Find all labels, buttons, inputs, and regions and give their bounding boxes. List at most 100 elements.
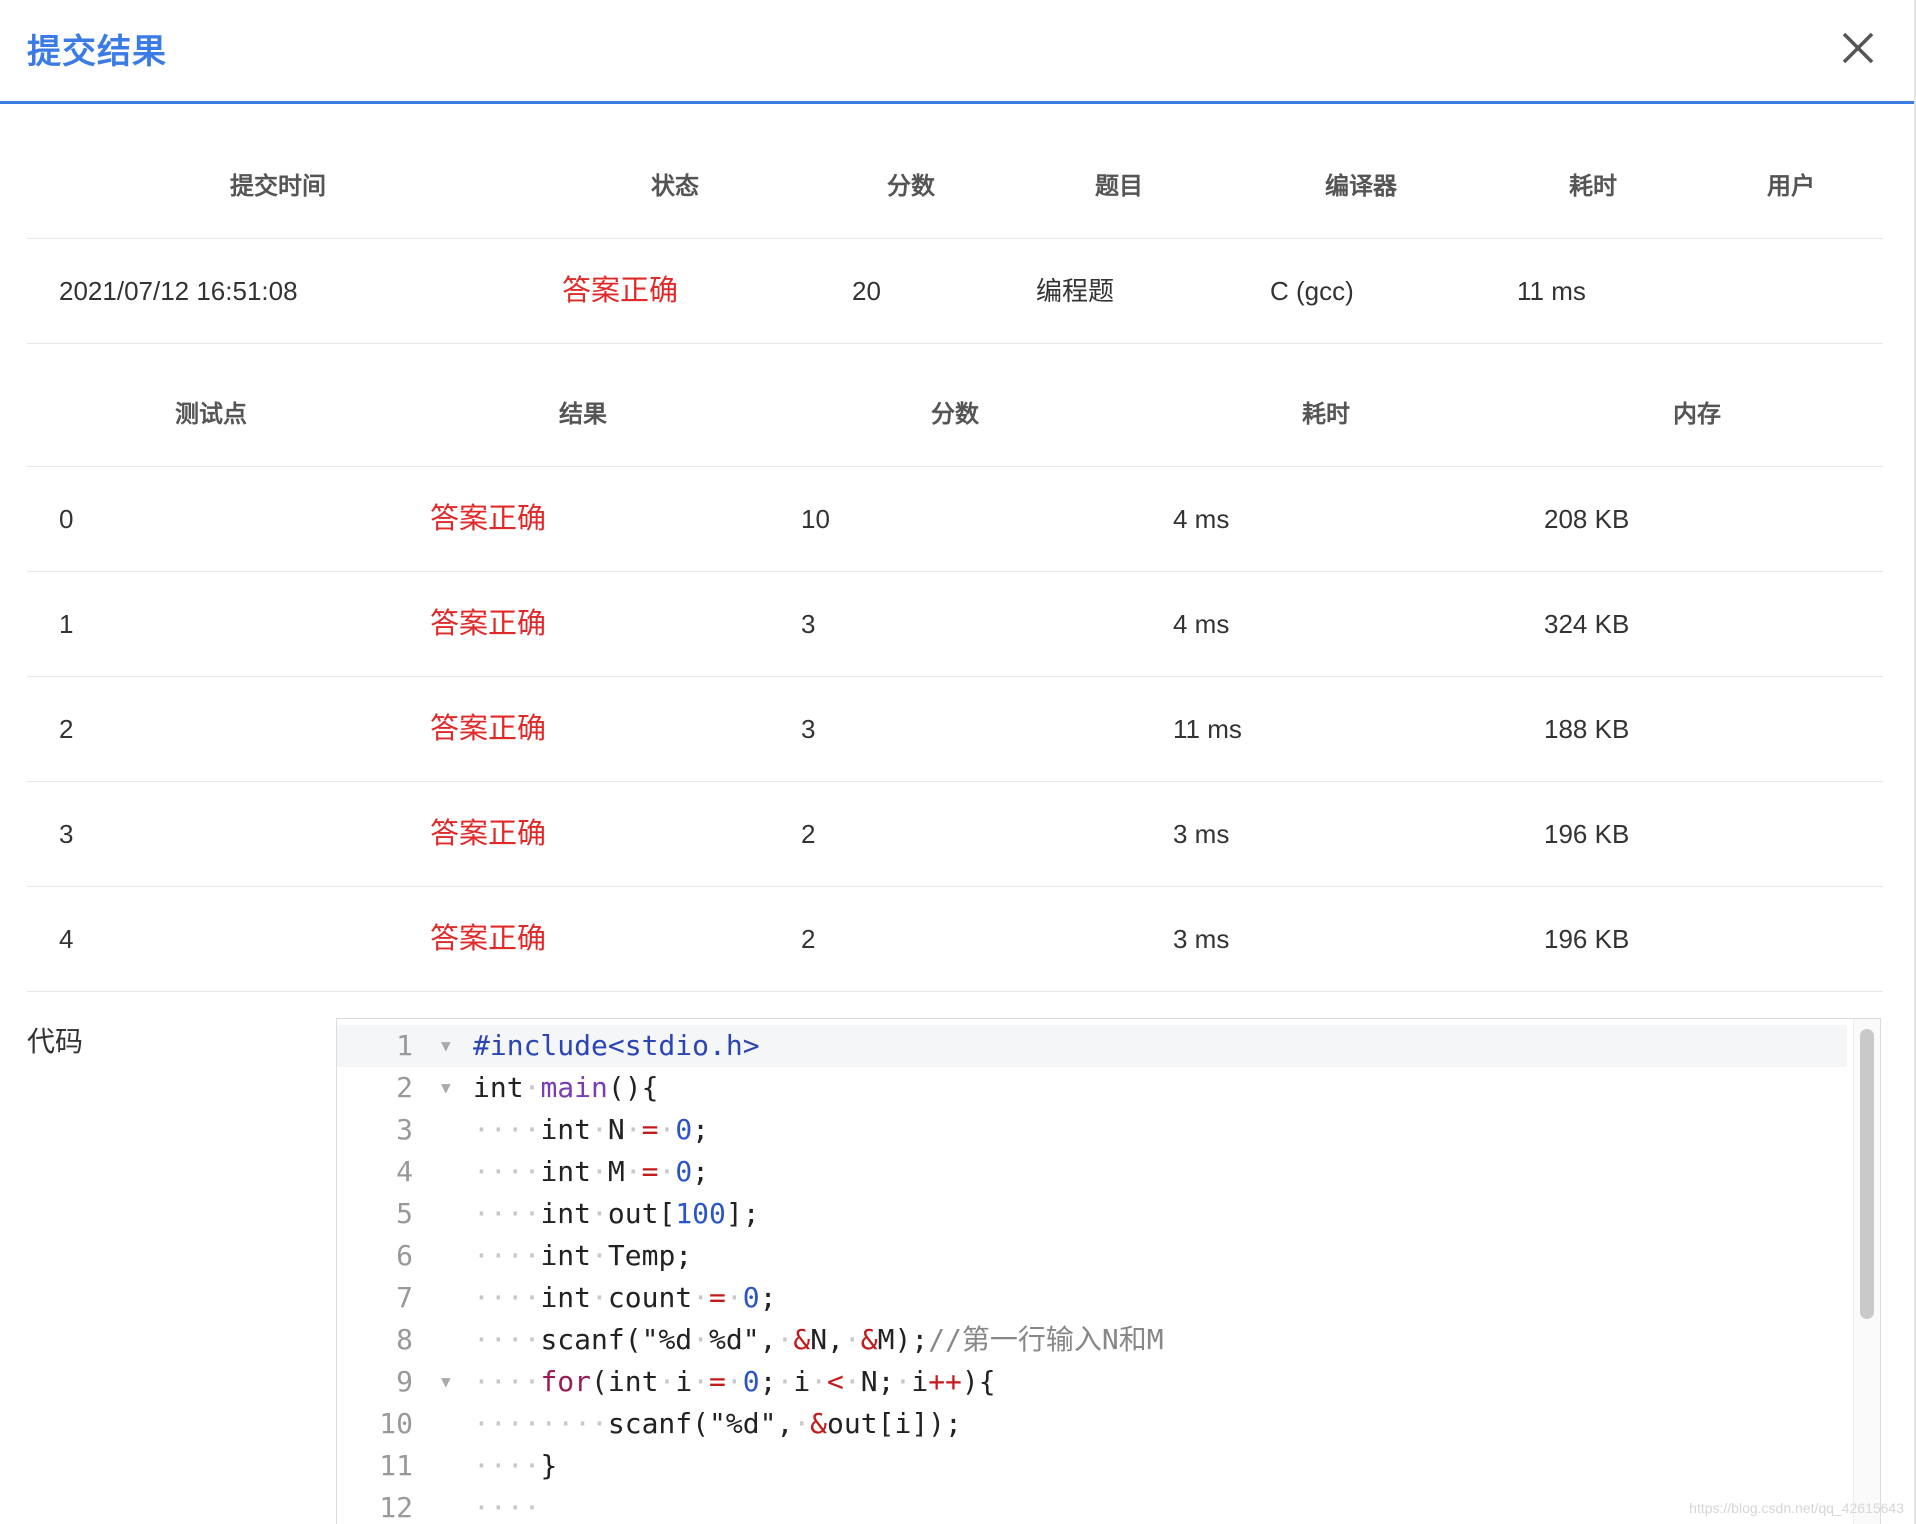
testcase-row: 3 答案正确 2 3 ms 196 KB bbox=[27, 782, 1883, 887]
code-text: ········scanf("%d",·&out[i]); bbox=[473, 1407, 962, 1440]
testcase-time: 4 ms bbox=[1173, 609, 1230, 639]
col-header-problem: 题目 bbox=[1095, 173, 1143, 200]
code-text: ···· bbox=[473, 1491, 541, 1524]
testcase-memory: 196 KB bbox=[1544, 924, 1630, 954]
editor-scrollbar[interactable] bbox=[1860, 1029, 1874, 1319]
line-number: 10 bbox=[379, 1407, 413, 1440]
col-header-result: 结果 bbox=[559, 401, 607, 428]
testcase-time: 3 ms bbox=[1173, 819, 1230, 849]
testcase-id: 0 bbox=[59, 504, 74, 534]
testcase-id: 3 bbox=[59, 819, 74, 849]
line-number: 1 bbox=[396, 1029, 413, 1062]
line-number: 4 bbox=[396, 1155, 413, 1188]
testcase-id: 2 bbox=[59, 714, 74, 744]
code-line[interactable]: 12 ···· bbox=[337, 1487, 1847, 1524]
dialog-header: 提交结果 bbox=[0, 0, 1916, 104]
testcase-result: 答案正确 bbox=[430, 923, 547, 955]
code-text: ····int·out[100]; bbox=[473, 1197, 760, 1230]
testcase-memory: 208 KB bbox=[1544, 504, 1630, 534]
col-header-time: 提交时间 bbox=[230, 173, 326, 200]
code-line[interactable]: 11 ····} bbox=[337, 1445, 1847, 1487]
testcase-row: 1 答案正确 3 4 ms 324 KB bbox=[27, 572, 1883, 677]
code-line[interactable]: 2 ▼ int·main(){ bbox=[337, 1067, 1847, 1109]
submission-row: 2021/07/12 16:51:08 答案正确 20 编程题 C (gcc) … bbox=[27, 239, 1883, 344]
col-header-score: 分数 bbox=[887, 173, 935, 200]
testcase-score: 3 bbox=[801, 714, 816, 744]
testcase-memory: 324 KB bbox=[1544, 609, 1630, 639]
testcase-time: 11 ms bbox=[1173, 714, 1242, 744]
testcase-row: 4 答案正确 2 3 ms 196 KB bbox=[27, 887, 1883, 992]
line-number: 7 bbox=[396, 1281, 413, 1314]
testcase-score: 3 bbox=[801, 609, 816, 639]
code-label: 代码 bbox=[27, 1026, 84, 1057]
code-line[interactable]: 4 ····int·M·=·0; bbox=[337, 1151, 1847, 1193]
testcase-row: 0 答案正确 10 4 ms 208 KB bbox=[27, 467, 1883, 572]
testcase-time: 4 ms bbox=[1173, 504, 1230, 534]
code-text: ····int·N·=·0; bbox=[473, 1113, 710, 1146]
testcase-time: 3 ms bbox=[1173, 924, 1230, 954]
col-header-duration: 耗时 bbox=[1569, 173, 1617, 200]
testcase-memory: 196 KB bbox=[1544, 819, 1630, 849]
line-number: 11 bbox=[379, 1449, 413, 1482]
code-text: ····} bbox=[473, 1449, 558, 1482]
line-number: 12 bbox=[379, 1491, 413, 1524]
col-header-user: 用户 bbox=[1767, 173, 1815, 200]
code-text: ····for(int·i·=·0;·i·<·N;·i++){ bbox=[473, 1365, 996, 1398]
dialog-title: 提交结果 bbox=[27, 33, 167, 71]
problem-link[interactable]: 编程题 bbox=[1036, 239, 1114, 344]
line-number: 9 bbox=[396, 1365, 413, 1398]
code-line[interactable]: 9 ▼ ····for(int·i·=·0;·i·<·N;·i++){ bbox=[337, 1361, 1847, 1403]
watermark: https://blog.csdn.net/qq_42615643 bbox=[1689, 1500, 1904, 1516]
code-line[interactable]: 5 ····int·out[100]; bbox=[337, 1193, 1847, 1235]
code-line[interactable]: 10 ········scanf("%d",·&out[i]); bbox=[337, 1403, 1847, 1445]
submission-table: 提交时间 状态 分数 题目 编译器 耗时 用户 2021/07/12 16:51… bbox=[27, 134, 1883, 344]
line-number: 5 bbox=[396, 1197, 413, 1230]
code-text: ····int·count·=·0; bbox=[473, 1281, 777, 1314]
submission-score: 20 bbox=[852, 276, 881, 306]
col-header-testcase: 测试点 bbox=[175, 401, 247, 428]
code-editor[interactable]: 1 ▼ #include<stdio.h> 2 ▼ int·main(){ 3 ····int… bbox=[336, 1018, 1881, 1524]
status-badge: 答案正确 bbox=[562, 275, 679, 307]
fold-arrow-icon[interactable]: ▼ bbox=[441, 1025, 451, 1067]
code-line[interactable]: 8 ····scanf("%d·%d",·&N,·&M);//第一行输入N和M bbox=[337, 1319, 1847, 1361]
code-text: ····scanf("%d·%d",·&N,·&M);//第一行输入N和M bbox=[473, 1323, 1164, 1356]
col-header-memory: 内存 bbox=[1673, 401, 1721, 428]
editor-scroll-track[interactable] bbox=[1853, 1019, 1880, 1524]
line-number: 8 bbox=[396, 1323, 413, 1356]
fold-arrow-icon[interactable]: ▼ bbox=[441, 1361, 451, 1403]
testcase-memory: 188 KB bbox=[1544, 714, 1630, 744]
code-line[interactable]: 6 ····int·Temp; bbox=[337, 1235, 1847, 1277]
testcase-id: 4 bbox=[59, 924, 74, 954]
testcase-id: 1 bbox=[59, 609, 74, 639]
code-line[interactable]: 1 ▼ #include<stdio.h> bbox=[337, 1025, 1847, 1067]
code-text: #include<stdio.h> bbox=[473, 1029, 760, 1062]
fold-arrow-icon[interactable]: ▼ bbox=[441, 1067, 451, 1109]
testcase-result: 答案正确 bbox=[430, 608, 547, 640]
line-number: 2 bbox=[396, 1071, 413, 1104]
col-header-compiler: 编译器 bbox=[1325, 173, 1397, 200]
testcase-result: 答案正确 bbox=[430, 713, 547, 745]
testcase-result: 答案正确 bbox=[430, 818, 547, 850]
code-text: int·main(){ bbox=[473, 1071, 659, 1104]
testcase-score: 2 bbox=[801, 819, 816, 849]
submission-time: 2021/07/12 16:51:08 bbox=[59, 276, 298, 306]
testcase-score: 2 bbox=[801, 924, 816, 954]
col-header-tc-time: 耗时 bbox=[1302, 401, 1350, 428]
submission-header-row: 提交时间 状态 分数 题目 编译器 耗时 用户 bbox=[27, 134, 1883, 239]
col-header-tc-score: 分数 bbox=[931, 401, 979, 428]
submission-duration: 11 ms bbox=[1517, 276, 1586, 306]
testcase-score: 10 bbox=[801, 504, 830, 534]
code-text: ····int·Temp; bbox=[473, 1239, 693, 1272]
testcase-result: 答案正确 bbox=[430, 503, 547, 535]
close-icon[interactable] bbox=[1838, 28, 1878, 68]
line-number: 3 bbox=[396, 1113, 413, 1146]
code-line[interactable]: 7 ····int·count·=·0; bbox=[337, 1277, 1847, 1319]
line-number: 6 bbox=[396, 1239, 413, 1272]
testcase-row: 2 答案正确 3 11 ms 188 KB bbox=[27, 677, 1883, 782]
testcase-table: 测试点 结果 分数 耗时 内存 0 答案正确 10 4 ms 208 KB 1 答案正确 3 4… bbox=[27, 362, 1883, 992]
code-text: ····int·M·=·0; bbox=[473, 1155, 710, 1188]
submission-compiler: C (gcc) bbox=[1270, 276, 1354, 306]
testcase-header-row: 测试点 结果 分数 耗时 内存 bbox=[27, 362, 1883, 467]
col-header-status: 状态 bbox=[651, 173, 699, 200]
code-line[interactable]: 3 ····int·N·=·0; bbox=[337, 1109, 1847, 1151]
